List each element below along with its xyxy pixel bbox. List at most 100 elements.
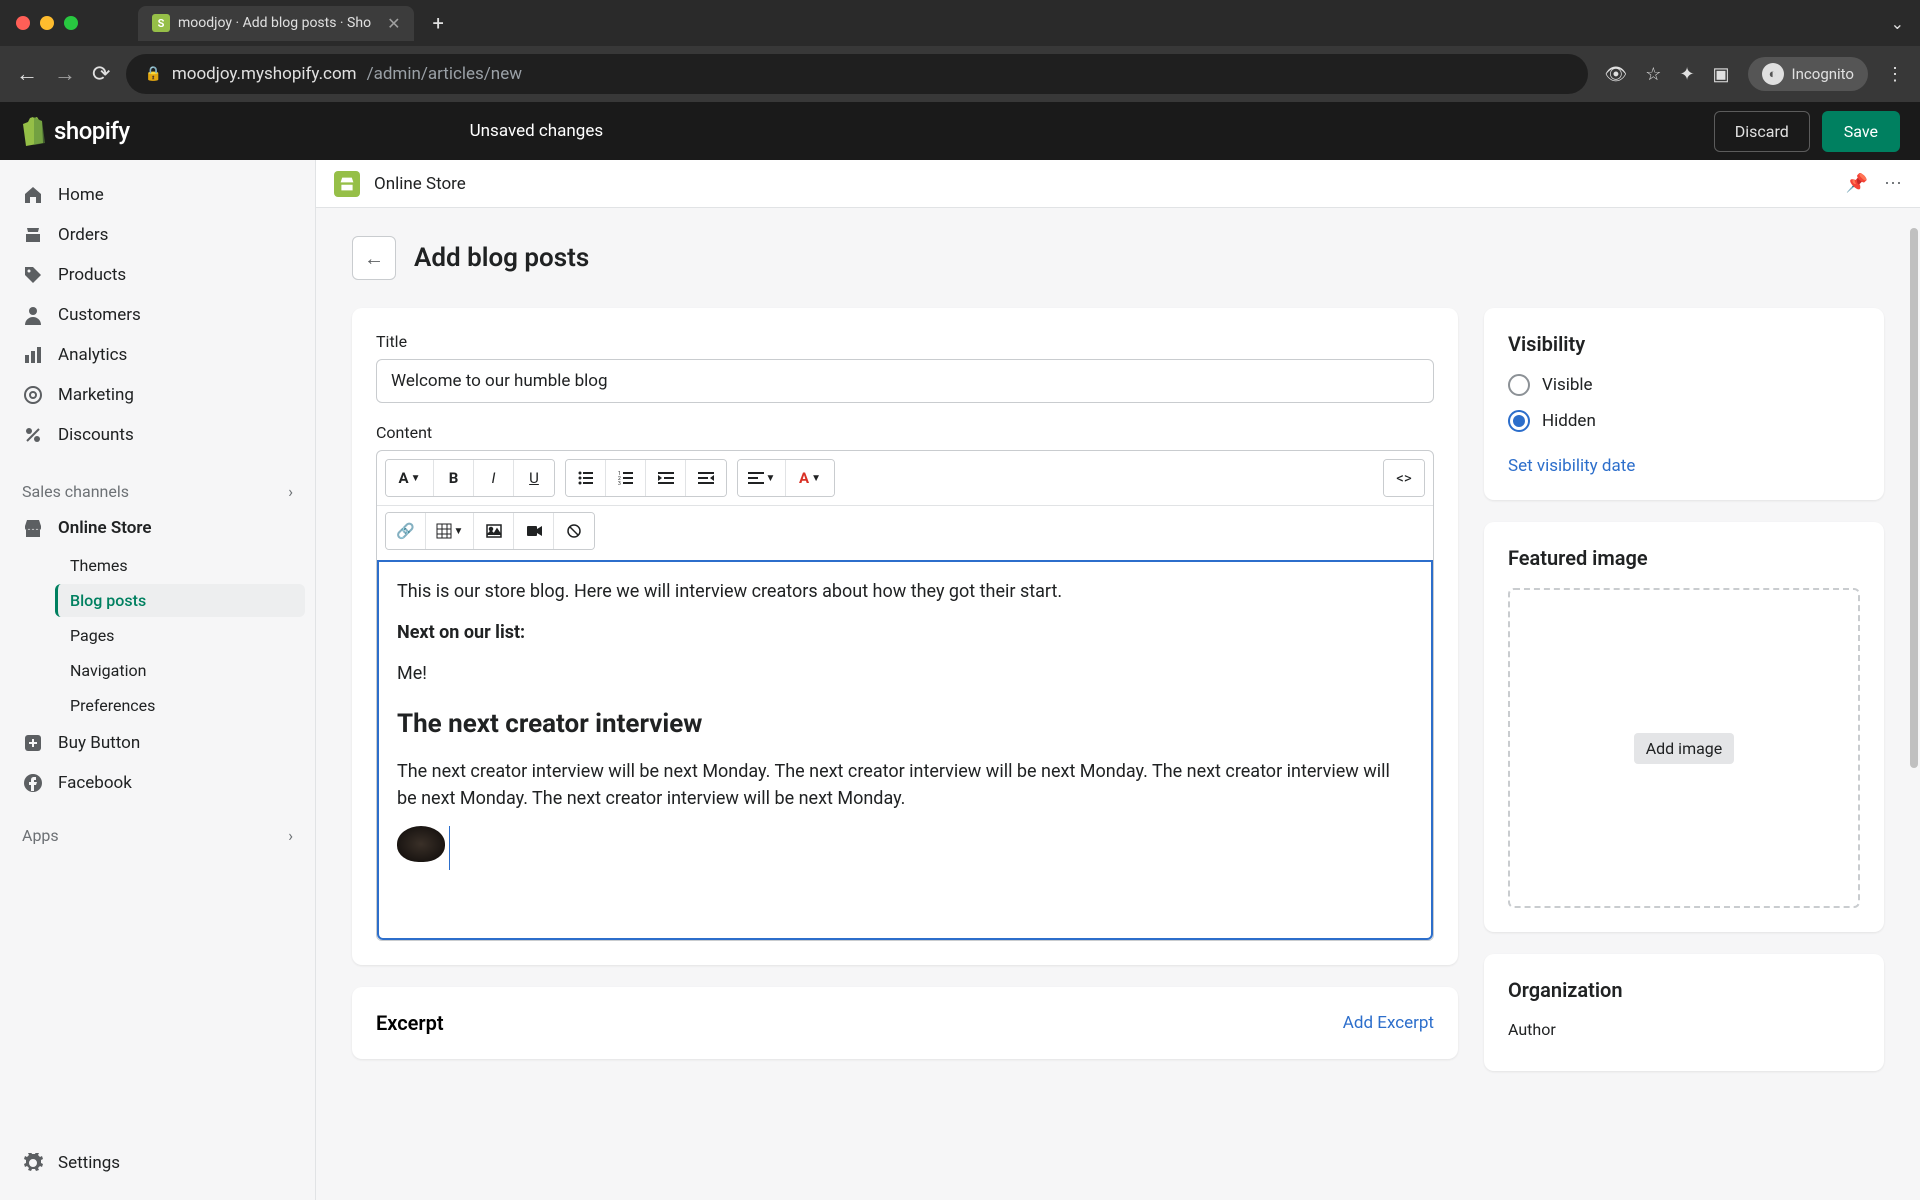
incognito-badge[interactable]: ◐ Incognito [1748,57,1868,91]
rte-table-button[interactable]: ▼ [426,513,474,549]
url-bar[interactable]: 🔒 moodjoy.myshopify.com/admin/articles/n… [126,54,1588,94]
tab-close-icon[interactable]: ✕ [387,14,400,33]
nav-preferences[interactable]: Preferences [58,689,305,722]
percent-icon [22,424,44,446]
chevron-right-icon: › [288,482,293,501]
browser-extensions: 👁 ☆ ✦ ▣ ◐ Incognito ⋮ [1604,57,1904,91]
organization-card: Organization Author [1484,954,1884,1071]
rte-clear-format-button[interactable] [554,513,594,549]
star-icon[interactable]: ☆ [1645,64,1661,85]
rte-numbered-list-button[interactable]: 123 [606,460,646,496]
nav-themes[interactable]: Themes [58,549,305,582]
content-scroll[interactable]: ← Add blog posts Title Content A▼ [316,208,1920,1200]
visibility-hidden-radio[interactable]: Hidden [1508,410,1860,432]
rte-color-button[interactable]: A▼ [786,460,834,496]
facebook-icon [22,772,44,794]
add-image-button[interactable]: Add image [1634,733,1735,764]
rte-bold-button[interactable]: B [434,460,474,496]
content-card: Title Content A▼ B I U [352,308,1458,965]
content-image-bowl[interactable] [397,826,445,862]
forward-icon[interactable]: → [54,61,76,87]
extensions-icon[interactable]: ✦ [1679,64,1694,85]
visibility-visible-radio[interactable]: Visible [1508,374,1860,396]
add-excerpt-link[interactable]: Add Excerpt [1343,1013,1434,1033]
rte-paragraph-style-button[interactable]: A▼ [386,460,434,496]
window-close-button[interactable] [16,16,30,30]
featured-image-card: Featured image Add image [1484,522,1884,932]
content-paragraph: The next creator interview will be next … [397,758,1413,812]
sales-channels-header[interactable]: Sales channels › [10,474,305,509]
discard-button[interactable]: Discard [1714,111,1810,152]
nav-buy-button[interactable]: Buy Button [10,724,305,762]
set-visibility-date-link[interactable]: Set visibility date [1508,456,1635,476]
rte-link-button[interactable]: 🔗 [386,513,426,549]
image-dropzone[interactable]: Add image [1508,588,1860,908]
rte-video-button[interactable] [514,513,554,549]
rte-indent-button[interactable] [686,460,726,496]
nav-blog-posts[interactable]: Blog posts [55,584,305,617]
rte-image-button[interactable] [474,513,514,549]
radio-label: Hidden [1542,411,1596,431]
rte-outdent-button[interactable] [646,460,686,496]
window-minimize-button[interactable] [40,16,54,30]
nav-label: Products [58,265,126,285]
window-maximize-button[interactable] [64,16,78,30]
title-label: Title [376,332,1434,351]
content-paragraph: This is our store blog. Here we will int… [397,578,1413,605]
apps-header[interactable]: Apps › [10,818,305,853]
nav-customers[interactable]: Customers [10,296,305,334]
nav-label: Online Store [58,518,152,538]
nav-orders[interactable]: Orders [10,216,305,254]
nav-analytics[interactable]: Analytics [10,336,305,374]
rte-html-button[interactable]: <> [1384,460,1424,496]
nav-online-store[interactable]: Online Store [10,509,305,547]
more-icon[interactable]: ⋯ [1884,173,1902,194]
nav-facebook[interactable]: Facebook [10,764,305,802]
shopify-logo[interactable]: shopify [20,115,130,147]
back-button[interactable]: ← [352,236,396,280]
nav-label: Facebook [58,773,132,793]
nav-label: Settings [58,1153,120,1173]
nav-discounts[interactable]: Discounts [10,416,305,454]
nav-label: Blog posts [70,591,146,610]
browser-tab[interactable]: S moodjoy · Add blog posts · Sho ✕ [138,6,414,41]
content-heading: The next creator interview [397,705,1413,744]
rte-align-button[interactable]: ▼ [738,460,786,496]
tabs-chevron-icon[interactable]: ⌄ [1891,14,1904,33]
nav-label: Marketing [58,385,134,405]
title-input[interactable] [376,359,1434,403]
person-icon [22,304,44,326]
nav-home[interactable]: Home [10,176,305,214]
eye-off-icon[interactable]: 👁 [1604,64,1627,85]
rte-underline-button[interactable]: U [514,460,554,496]
nav-navigation[interactable]: Navigation [58,654,305,687]
nav-products[interactable]: Products [10,256,305,294]
pin-icon[interactable]: 📌 [1846,173,1868,194]
save-button[interactable]: Save [1822,111,1900,152]
target-icon [22,384,44,406]
back-icon[interactable]: ← [16,61,38,87]
strip-title: Online Store [374,174,466,194]
content-label: Content [376,423,1434,442]
panel-icon[interactable]: ▣ [1713,64,1730,85]
shopify-bag-icon [20,115,48,147]
nav-marketing[interactable]: Marketing [10,376,305,414]
rte-bullet-list-button[interactable] [566,460,606,496]
sidebar: Home Orders Products Customers Analytics… [0,160,316,1200]
new-tab-button[interactable]: + [432,11,443,35]
plus-square-icon [22,732,44,754]
rte-content-area[interactable]: This is our store blog. Here we will int… [377,560,1433,940]
reload-icon[interactable]: ⟳ [92,62,110,87]
nav-label: Orders [58,225,108,245]
scrollbar[interactable] [1908,208,1918,1200]
nav-pages[interactable]: Pages [58,619,305,652]
tag-icon [22,264,44,286]
rte-italic-button[interactable]: I [474,460,514,496]
author-label: Author [1508,1020,1860,1039]
url-host: moodjoy.myshopify.com [172,64,357,84]
nav-label: Themes [70,556,128,575]
shopify-favicon-icon: S [152,14,170,32]
nav-label: Preferences [70,696,155,715]
nav-settings[interactable]: Settings [10,1144,306,1182]
kebab-menu-icon[interactable]: ⋮ [1886,64,1904,85]
